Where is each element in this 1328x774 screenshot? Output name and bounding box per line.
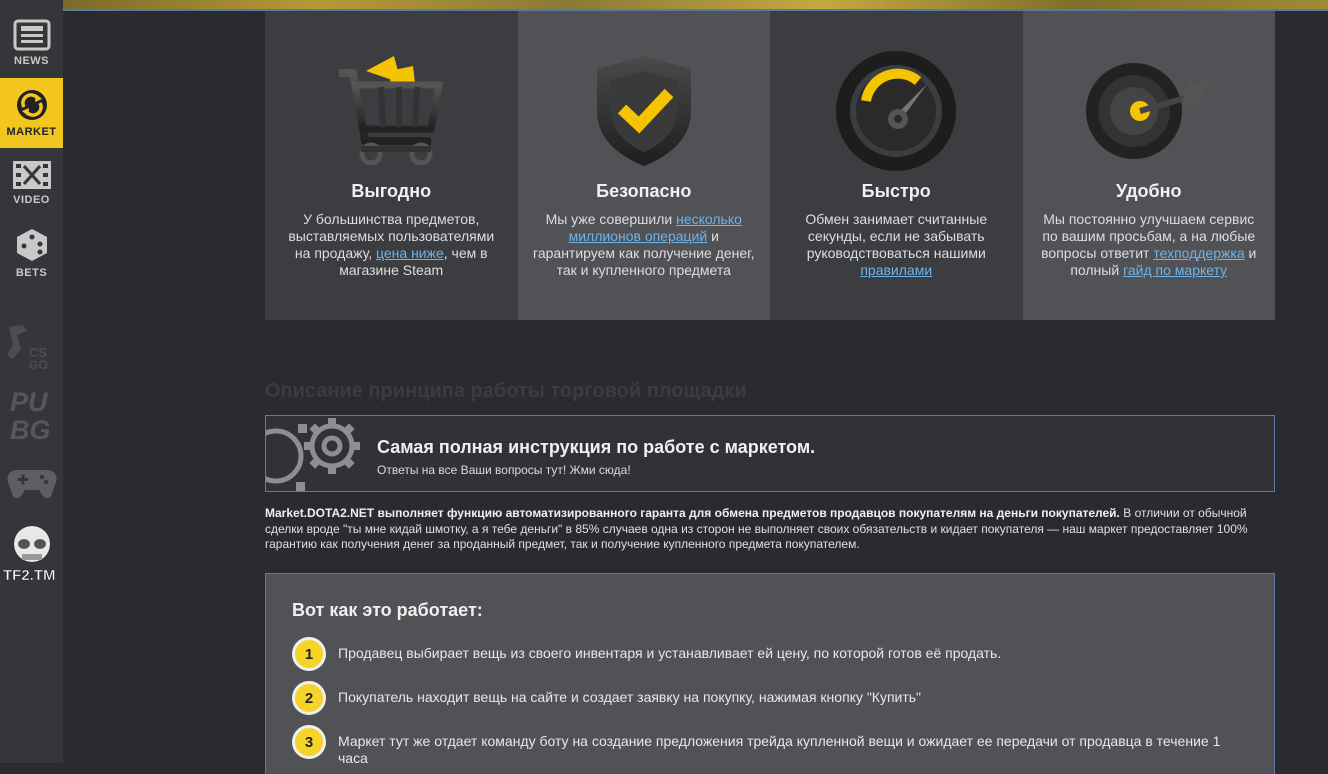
csgo-logo-icon: CS GO <box>6 325 48 372</box>
description-text: Market.DOTA2.NET выполняет функцию автом… <box>265 506 1275 553</box>
instruction-subtitle: Ответы на все Ваши вопросы тут! Жми сюда… <box>377 463 631 477</box>
feature-convenient: Удобно Мы постоянно улучшаем сервис по в… <box>1022 11 1275 320</box>
description-bold: Market.DOTA2.NET выполняет функцию автом… <box>265 506 1120 520</box>
step-number-badge: 2 <box>292 681 326 715</box>
sidebar-item-label: NEWS <box>14 55 49 67</box>
sidebar-game-gamepad[interactable] <box>0 450 63 512</box>
feature-link-rules[interactable]: правилами <box>860 262 932 278</box>
film-icon <box>12 161 51 189</box>
sidebar-game-csgo[interactable]: CS GO <box>0 315 63 377</box>
feature-text-part: Обмен занимает считанные секунды, если н… <box>805 211 988 261</box>
feature-title: Выгодно <box>351 181 432 201</box>
step-text: Продавец выбирает вещь из своего инвента… <box>338 645 1002 661</box>
feature-title: Безопасно <box>596 181 692 201</box>
newspaper-icon <box>13 19 50 51</box>
features-row: Выгодно У большинства предметов, выставл… <box>265 11 1275 320</box>
gears-icon <box>266 418 360 491</box>
feature-fast: Быстро Обмен занимает считанные секунды,… <box>770 11 1023 320</box>
sidebar: NEWS MARKET VIDEO BETS CS GO PU BG TF2.T… <box>0 0 63 763</box>
instruction-banner[interactable]: Самая полная инструкция по работе с марк… <box>265 415 1275 492</box>
svg-text:PU: PU <box>10 387 49 417</box>
step-item: 2 Покупатель находит вещь на сайте и соз… <box>292 681 1232 715</box>
shield-check-icon <box>596 56 691 166</box>
pubg-logo-icon: PU BG <box>10 387 51 443</box>
feature-link-guide[interactable]: гайд по маркету <box>1123 262 1227 278</box>
sidebar-item-news[interactable]: NEWS <box>0 8 63 78</box>
tf2-logo-icon: TF2.TM <box>2 526 56 584</box>
sidebar-item-bets[interactable]: BETS <box>0 218 63 288</box>
feature-text: Обмен занимает считанные секунды, если н… <box>784 211 1009 279</box>
cart-icon <box>339 56 444 166</box>
sidebar-game-tf2[interactable]: TF2.TM <box>0 522 63 584</box>
how-it-works-title: Вот как это работает: <box>292 600 483 620</box>
svg-text:BG: BG <box>10 415 51 443</box>
feature-text-part: Мы уже совершили <box>545 211 677 227</box>
feature-title: Быстро <box>861 181 931 201</box>
step-text: Маркет тут же отдает команду боту на соз… <box>338 733 1221 766</box>
sidebar-item-video[interactable]: VIDEO <box>0 148 63 218</box>
step-item: 1 Продавец выбирает вещь из своего инвен… <box>292 637 1232 671</box>
feature-profitable: Выгодно У большинства предметов, выставл… <box>265 11 518 320</box>
feature-link-cheaper[interactable]: цена ниже <box>376 245 444 261</box>
sidebar-game-pubg[interactable]: PU BG <box>0 382 63 444</box>
feature-text: Мы уже совершили несколько миллионов опе… <box>532 211 757 279</box>
gamepad-icon <box>6 469 57 498</box>
feature-text: У большинства предметов, выставляемых по… <box>279 211 504 279</box>
feature-text: Мы постоянно улучшаем сервис по вашим пр… <box>1037 211 1262 279</box>
step-text: Покупатель находит вещь на сайте и созда… <box>338 689 922 705</box>
feature-title: Удобно <box>1116 181 1182 201</box>
sidebar-item-label: VIDEO <box>13 194 50 206</box>
speedometer-icon <box>836 51 957 171</box>
step-item: 3 Маркет тут же отдает команду боту на с… <box>292 725 1232 767</box>
target-arrow-icon <box>1085 63 1210 159</box>
instruction-title: Самая полная инструкция по работе с марк… <box>377 437 816 457</box>
market-refresh-icon <box>16 90 47 120</box>
sidebar-item-label: MARKET <box>6 126 57 138</box>
step-number-badge: 1 <box>292 637 326 671</box>
feature-safe: Безопасно Мы уже совершили несколько мил… <box>517 11 770 320</box>
feature-link-support[interactable]: техподдержка <box>1153 245 1244 261</box>
step-number-badge: 3 <box>292 725 326 759</box>
section-title: Описание принципа работы торговой площад… <box>265 380 747 402</box>
how-it-works-panel: Вот как это работает: 1 Продавец выбирае… <box>265 573 1275 774</box>
svg-text:GO: GO <box>29 358 48 372</box>
sidebar-item-market[interactable]: MARKET <box>0 78 63 148</box>
dice-icon <box>16 229 47 261</box>
sidebar-item-label: BETS <box>15 267 48 279</box>
top-banner-strip <box>63 0 1328 11</box>
svg-text:TF2.TM: TF2.TM <box>3 567 56 584</box>
